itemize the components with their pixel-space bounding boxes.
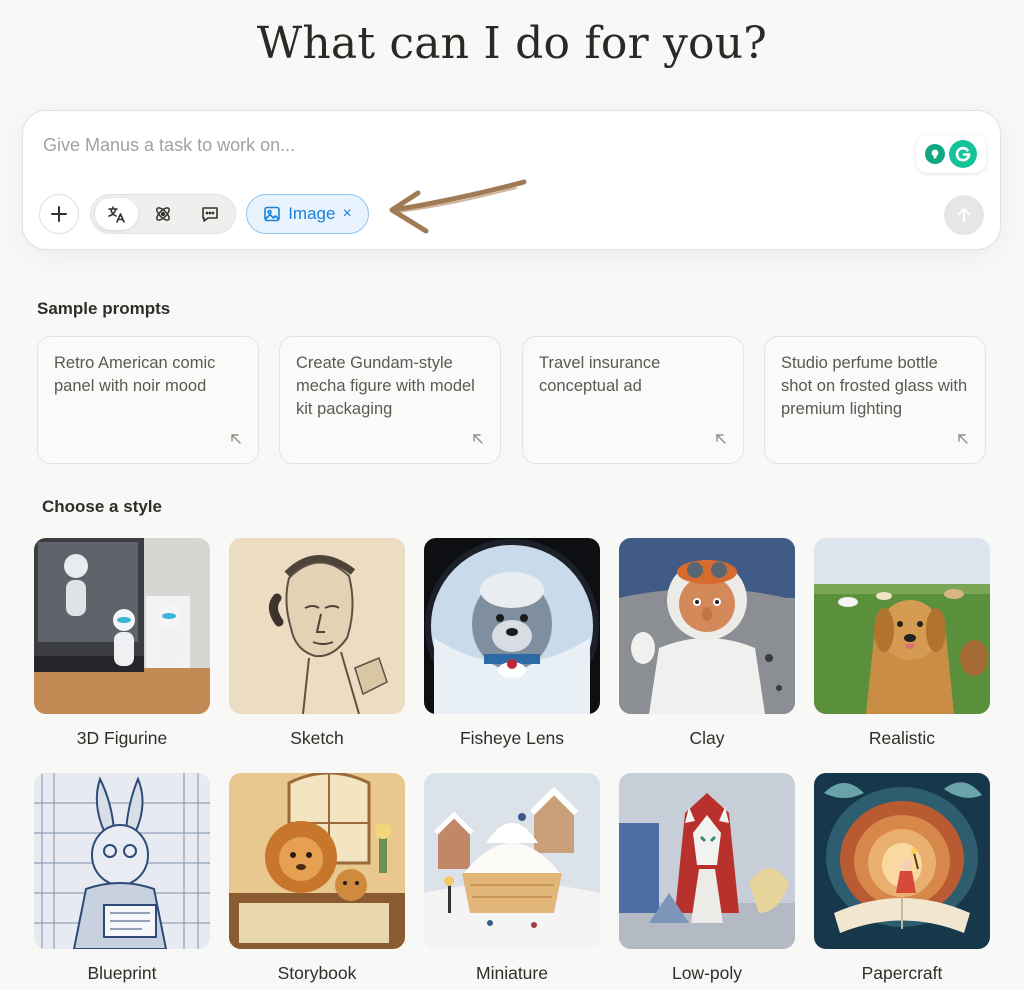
- close-icon[interactable]: ×: [342, 206, 351, 222]
- style-thumbnail: [229, 538, 405, 714]
- style-thumbnail: [34, 538, 210, 714]
- style-card-fisheye-lens[interactable]: Fisheye Lens: [424, 538, 600, 749]
- mode-chat-button[interactable]: [188, 198, 231, 230]
- mode-selector: [90, 194, 236, 234]
- sample-prompts-heading: Sample prompts: [37, 299, 171, 318]
- style-label: Storybook: [277, 963, 357, 983]
- style-thumbnail: [619, 773, 795, 949]
- arrow-up-left-icon: [958, 434, 968, 444]
- arrow-up-left-icon: [716, 434, 726, 444]
- style-card-low-poly[interactable]: Low-poly: [619, 773, 795, 984]
- sample-prompt-text: Studio perfume bottle shot on frosted gl…: [781, 354, 968, 418]
- style-label: 3D Figurine: [76, 728, 168, 748]
- grammarly-widget[interactable]: [916, 135, 986, 173]
- image-chip-label: Image: [288, 204, 336, 223]
- image-mode-chip[interactable]: Image ×: [246, 194, 369, 234]
- style-card-miniature[interactable]: Miniature: [424, 773, 600, 984]
- send-button[interactable]: [944, 195, 984, 235]
- style-label: Fisheye Lens: [459, 728, 565, 748]
- style-thumbnail: [424, 538, 600, 714]
- sample-prompt-card[interactable]: Travel insurance conceptual ad: [522, 336, 744, 464]
- arrow-up-left-icon: [473, 434, 483, 444]
- style-thumbnail: [424, 773, 600, 949]
- sample-prompt-text: Create Gundam-style mecha figure with mo…: [296, 354, 475, 418]
- style-card-papercraft[interactable]: Papercraft: [814, 773, 990, 984]
- atom-icon: [156, 207, 170, 221]
- mode-translate-button[interactable]: [95, 198, 138, 230]
- style-card-blueprint[interactable]: Blueprint: [34, 773, 210, 984]
- grammarly-icon[interactable]: [949, 140, 977, 168]
- style-thumbnail: [619, 538, 795, 714]
- style-label: Clay: [689, 728, 725, 748]
- chat-icon: [201, 207, 218, 222]
- style-card-3d-figurine[interactable]: 3D Figurine: [34, 538, 210, 749]
- style-thumbnail: [34, 773, 210, 949]
- annotation-arrow-icon: [389, 179, 527, 234]
- arrow-up-left-icon: [231, 434, 241, 444]
- task-input[interactable]: [43, 131, 903, 159]
- style-label: Miniature: [476, 963, 548, 983]
- style-card-clay[interactable]: Clay: [619, 538, 795, 749]
- mode-agent-button[interactable]: [142, 198, 185, 230]
- sample-prompt-text: Retro American comic panel with noir moo…: [54, 354, 216, 395]
- style-card-storybook[interactable]: Storybook: [229, 773, 405, 984]
- arrow-up-icon: [958, 208, 970, 222]
- page-title: What can I do for you?: [256, 18, 768, 69]
- language-icon: [108, 206, 126, 223]
- sample-prompt-card[interactable]: Create Gundam-style mecha figure with mo…: [279, 336, 501, 464]
- choose-style-heading: Choose a style: [42, 497, 162, 516]
- sample-prompt-card[interactable]: Retro American comic panel with noir moo…: [37, 336, 259, 464]
- add-button[interactable]: [39, 194, 79, 234]
- style-label: Realistic: [868, 728, 936, 748]
- sample-prompt-card[interactable]: Studio perfume bottle shot on frosted gl…: [764, 336, 986, 464]
- style-card-realistic[interactable]: Realistic: [814, 538, 990, 749]
- style-thumbnail: [814, 773, 990, 949]
- style-card-sketch[interactable]: Sketch: [229, 538, 405, 749]
- image-icon: [264, 206, 281, 222]
- style-thumbnail: [229, 773, 405, 949]
- style-thumbnail: [814, 538, 990, 714]
- plus-icon: [51, 206, 67, 222]
- lightbulb-icon[interactable]: [925, 144, 945, 164]
- page: What can I do for you? Give Manus a task…: [0, 0, 1024, 990]
- style-label: Papercraft: [861, 963, 943, 983]
- style-label: Sketch: [290, 728, 344, 748]
- sample-prompt-text: Travel insurance conceptual ad: [539, 354, 661, 395]
- style-label: Blueprint: [87, 963, 157, 983]
- style-label: Low-poly: [671, 963, 743, 983]
